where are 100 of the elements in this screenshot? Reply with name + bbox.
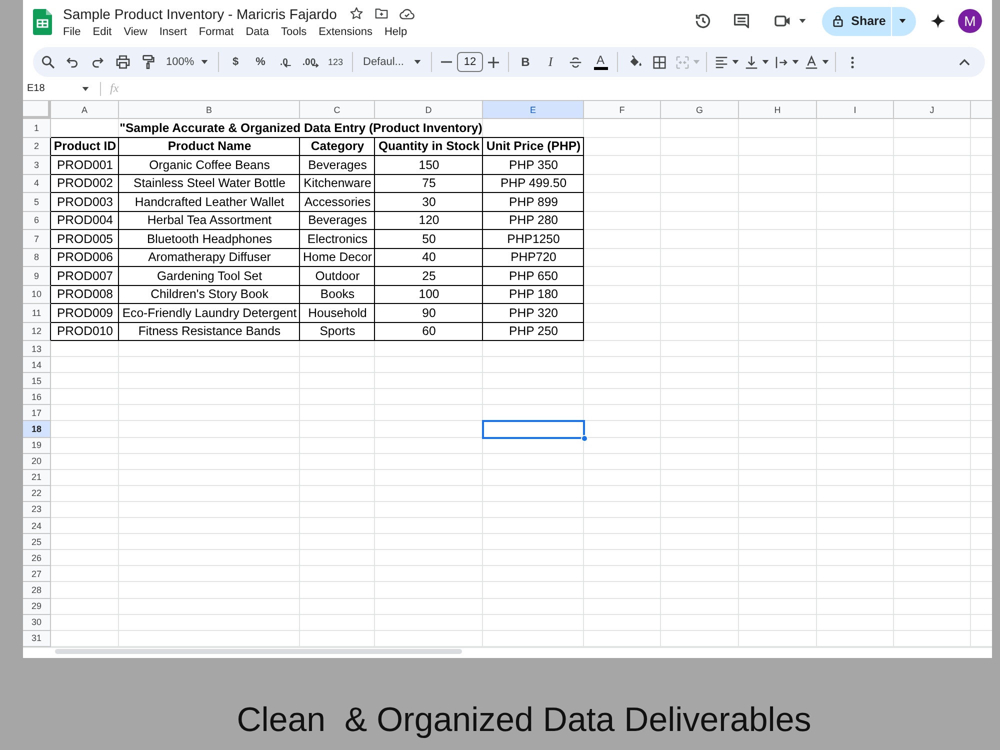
paint-roller-icon[interactable] bbox=[140, 54, 156, 70]
column-header[interactable]: A bbox=[51, 101, 119, 119]
row-header[interactable]: 5 bbox=[23, 193, 51, 212]
column-header[interactable]: D bbox=[375, 101, 483, 119]
zoom-dropdown[interactable]: 100% bbox=[160, 50, 214, 74]
decrease-decimal-button[interactable]: .0 bbox=[273, 50, 298, 74]
strikethrough-icon[interactable] bbox=[568, 54, 583, 70]
table-cell-text: PROD009 bbox=[56, 304, 114, 322]
column-header[interactable]: H bbox=[739, 101, 817, 119]
row-header[interactable]: 27 bbox=[23, 566, 51, 582]
row-header[interactable]: 11 bbox=[23, 304, 51, 322]
menu-item[interactable]: File bbox=[63, 26, 81, 38]
column-header[interactable]: B bbox=[119, 101, 300, 119]
caret-icon bbox=[201, 60, 208, 64]
row-header[interactable]: 17 bbox=[23, 405, 51, 422]
row-header[interactable]: 7 bbox=[23, 230, 51, 248]
row-header[interactable]: 9 bbox=[23, 267, 51, 286]
increase-decimal-button[interactable]: .00 bbox=[298, 50, 323, 74]
row-header[interactable]: 20 bbox=[23, 454, 51, 470]
row-header[interactable]: 30 bbox=[23, 614, 51, 631]
row-header[interactable]: 29 bbox=[23, 598, 51, 615]
scrollbar-thumb[interactable] bbox=[55, 649, 462, 654]
table-cell-text: Sports bbox=[318, 323, 356, 340]
more-options-icon[interactable] bbox=[851, 56, 854, 68]
menu-item[interactable]: Help bbox=[384, 26, 408, 38]
column-header[interactable]: I bbox=[817, 101, 894, 119]
font-size-field[interactable]: 12 bbox=[457, 52, 483, 72]
fill-handle[interactable] bbox=[581, 434, 588, 442]
row-header[interactable]: 8 bbox=[23, 248, 51, 267]
share-button[interactable]: Share bbox=[822, 6, 891, 36]
history-icon[interactable] bbox=[693, 11, 713, 31]
row-header[interactable]: 19 bbox=[23, 438, 51, 454]
column-header[interactable]: G bbox=[661, 101, 739, 119]
star-icon[interactable] bbox=[348, 6, 364, 21]
percent-format-button[interactable]: % bbox=[248, 50, 273, 74]
plus-icon[interactable] bbox=[488, 56, 499, 68]
search-icon[interactable] bbox=[40, 54, 56, 70]
row-header[interactable]: 23 bbox=[23, 502, 51, 518]
row-header[interactable]: 18 bbox=[23, 421, 51, 438]
number-format-button[interactable]: 123 bbox=[323, 50, 348, 74]
menu-item[interactable]: Data bbox=[246, 26, 269, 38]
row-header[interactable]: 25 bbox=[23, 534, 51, 550]
italic-button[interactable]: I bbox=[538, 50, 563, 74]
menu-item[interactable]: View bbox=[124, 26, 148, 38]
document-title[interactable]: Sample Product Inventory - Maricris Fajardo bbox=[63, 6, 337, 22]
table-cell-text: Home Decor bbox=[302, 249, 374, 266]
table-cell-text: PROD007 bbox=[56, 268, 114, 285]
table-cell-text: PHP 320 bbox=[508, 304, 559, 322]
spreadsheet-logo-icon[interactable] bbox=[33, 9, 52, 35]
bold-button[interactable]: B bbox=[513, 50, 538, 74]
row-header[interactable]: 10 bbox=[23, 286, 51, 304]
menu-item[interactable]: Tools bbox=[280, 26, 307, 38]
chevron-up-icon[interactable] bbox=[959, 58, 970, 66]
account-avatar[interactable]: M bbox=[958, 9, 982, 33]
menu-item[interactable]: Format bbox=[198, 26, 234, 38]
currency-format-button[interactable]: $ bbox=[223, 50, 248, 74]
row-header[interactable]: 2 bbox=[23, 138, 51, 156]
row-header[interactable]: 4 bbox=[23, 174, 51, 193]
row-header[interactable]: 6 bbox=[23, 212, 51, 230]
font-dropdown[interactable]: Defaul... bbox=[357, 50, 427, 74]
table-cell-text: PROD006 bbox=[56, 249, 114, 266]
table-cell-text: 40 bbox=[421, 249, 437, 266]
row-header[interactable]: 15 bbox=[23, 373, 51, 390]
row-header[interactable]: 21 bbox=[23, 470, 51, 486]
row-header[interactable]: 28 bbox=[23, 582, 51, 598]
table-header-cell-text: Category bbox=[310, 138, 366, 156]
folder-icon[interactable] bbox=[374, 6, 389, 21]
table-cell-text: Accessories bbox=[303, 194, 372, 211]
table-cell-text: 100 bbox=[418, 286, 440, 304]
caret-icon[interactable] bbox=[82, 86, 89, 90]
column-header[interactable]: J bbox=[894, 101, 971, 119]
print-icon[interactable] bbox=[114, 54, 130, 70]
name-box[interactable]: E18 bbox=[27, 83, 79, 94]
table-cell-text: PHP 350 bbox=[508, 156, 559, 174]
table-header-cell-text: Product Name bbox=[166, 138, 252, 156]
row-header[interactable]: 12 bbox=[23, 322, 51, 341]
table-cell-text: PHP 650 bbox=[508, 268, 559, 285]
row-header[interactable]: 13 bbox=[23, 341, 51, 358]
column-header[interactable]: E bbox=[483, 101, 584, 119]
text-color-button[interactable]: A bbox=[588, 50, 613, 74]
borders-icon[interactable] bbox=[652, 54, 667, 70]
column-header[interactable]: C bbox=[300, 101, 375, 119]
row-header[interactable]: 3 bbox=[23, 156, 51, 174]
row-header[interactable]: 22 bbox=[23, 486, 51, 502]
sheet-title: "Sample Accurate & Organized Data Entry (Product Inventory) bbox=[119, 120, 483, 137]
menu-item[interactable]: Insert bbox=[159, 26, 187, 38]
wrap-icon bbox=[774, 54, 788, 70]
sparkle-icon[interactable] bbox=[930, 13, 946, 29]
row-header[interactable]: 1 bbox=[23, 119, 51, 138]
table-cell-text: 120 bbox=[418, 212, 440, 230]
row-header[interactable]: 16 bbox=[23, 389, 51, 406]
column-header[interactable]: F bbox=[584, 101, 661, 119]
row-header[interactable]: 31 bbox=[23, 630, 51, 647]
comment-icon[interactable] bbox=[732, 12, 751, 30]
menu-item[interactable]: Extensions bbox=[318, 26, 372, 38]
row-header[interactable]: 14 bbox=[23, 357, 51, 374]
minus-icon[interactable] bbox=[441, 61, 452, 63]
row-header[interactable]: 26 bbox=[23, 550, 51, 566]
row-header[interactable]: 24 bbox=[23, 518, 51, 534]
menu-item[interactable]: Edit bbox=[92, 26, 112, 38]
